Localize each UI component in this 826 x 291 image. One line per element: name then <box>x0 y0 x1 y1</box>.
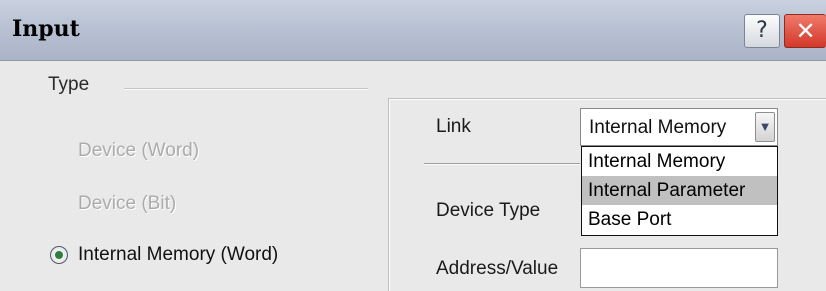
link-option-internal-memory[interactable]: Internal Memory <box>582 147 777 176</box>
device-type-label: Device Type <box>436 200 541 221</box>
type-group-label: Type <box>48 74 90 95</box>
link-label: Link <box>436 116 471 137</box>
link-select[interactable]: Internal Memory ▼ <box>580 108 778 146</box>
radio-device-bit: Device (Bit) <box>78 193 177 214</box>
help-icon: ? <box>756 18 768 43</box>
type-group-divider <box>124 88 368 90</box>
input-dialog: Input ? ✕ Type Device (Word) Device (Bit… <box>0 0 826 291</box>
radio-selected-icon[interactable] <box>50 246 68 264</box>
settings-divider <box>424 163 580 165</box>
radio-internal-memory-word-label: Internal Memory (Word) <box>78 244 279 265</box>
close-icon: ✕ <box>795 17 816 45</box>
radio-device-word: Device (Word) <box>78 140 200 161</box>
link-select-value: Internal Memory <box>589 117 727 138</box>
link-option-base-port[interactable]: Base Port <box>582 205 777 234</box>
link-option-internal-parameter[interactable]: Internal Parameter <box>582 176 777 205</box>
address-value-label: Address/Value <box>436 258 559 279</box>
address-value-input[interactable] <box>580 248 778 288</box>
chevron-down-icon[interactable]: ▼ <box>755 112 775 142</box>
window-title: Input <box>12 16 80 42</box>
radio-internal-memory-word[interactable]: Internal Memory (Word) <box>50 244 278 266</box>
close-button[interactable]: ✕ <box>784 14 826 48</box>
link-dropdown-list[interactable]: Internal Memory Internal Parameter Base … <box>581 146 778 236</box>
help-button[interactable]: ? <box>744 14 780 48</box>
title-bar: Input ? ✕ <box>0 0 826 61</box>
